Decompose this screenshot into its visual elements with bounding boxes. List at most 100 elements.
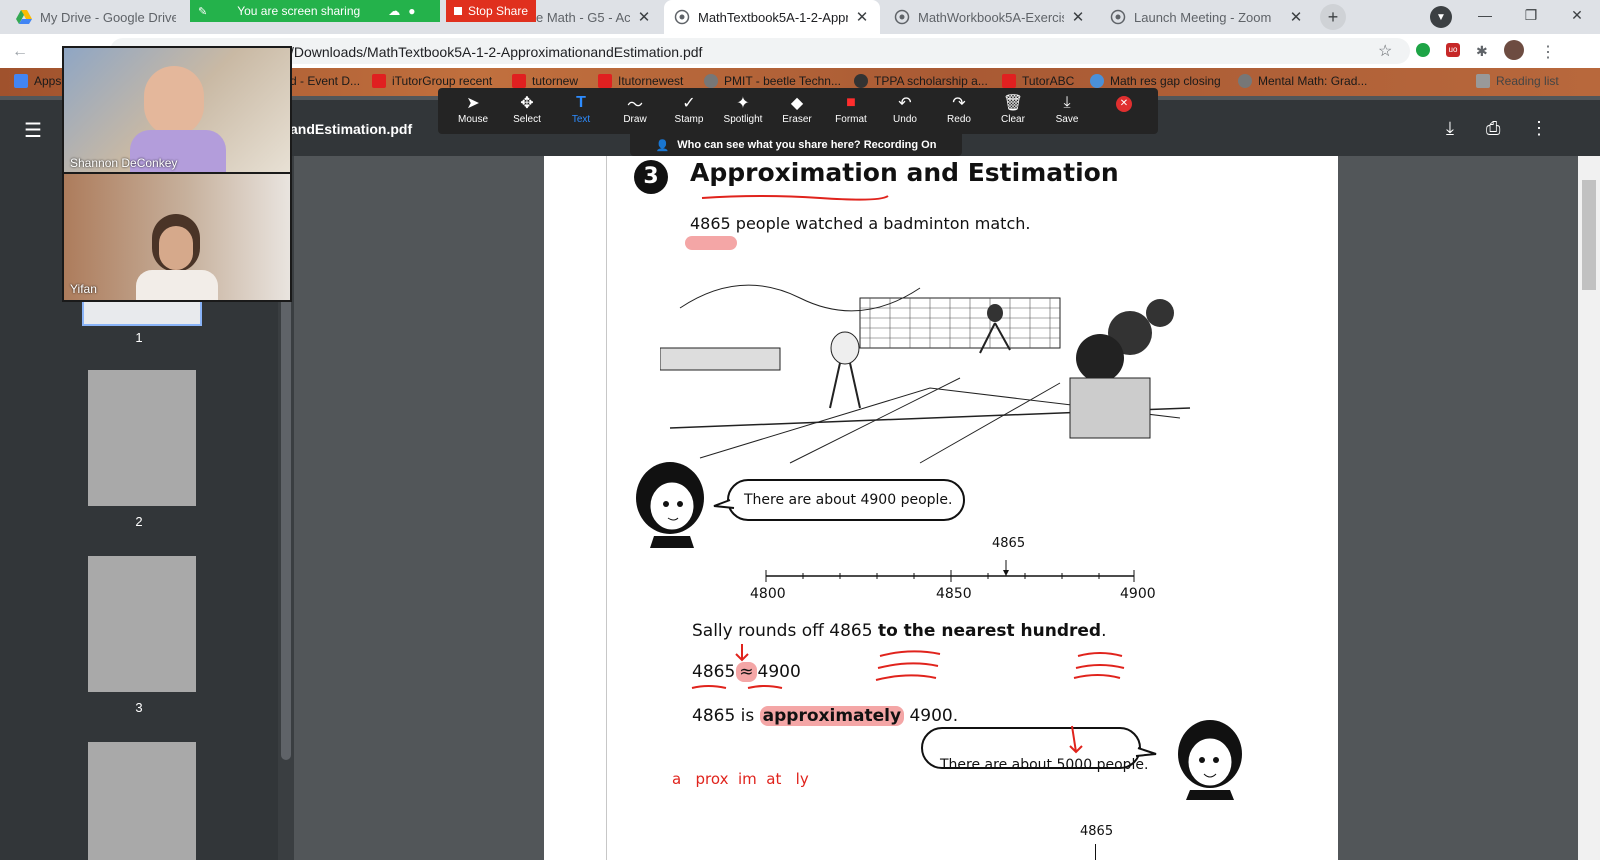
bookmark-itutorgroup[interactable]: iTutorGroup recent	[372, 74, 492, 88]
tab-launch-zoom[interactable]: Launch Meeting - Zoom ✕	[1100, 0, 1314, 34]
bookmark-event[interactable]: rd - Event D...	[286, 74, 360, 88]
tab-math-workbook[interactable]: MathWorkbook5A-Exercise4_ ✕	[884, 0, 1096, 34]
globe-icon	[1110, 9, 1126, 25]
menu-hamburger-icon[interactable]: ☰	[24, 118, 42, 143]
menu-kebab-icon[interactable]: ⋮	[1540, 42, 1556, 62]
bookmark-reading-list[interactable]: Reading list	[1476, 74, 1559, 88]
reading-list-icon	[1476, 74, 1490, 88]
globe-icon	[674, 9, 690, 25]
tppa-icon	[854, 74, 868, 88]
bookmark-tutornew[interactable]: tutornew	[512, 74, 578, 88]
bookmark-tutorabc[interactable]: TutorABC	[1002, 74, 1074, 88]
tab-math-textbook[interactable]: MathTextbook5A-1-2-Approx ✕	[664, 0, 880, 34]
tool-clear-button[interactable]: 🗑 Clear	[986, 92, 1040, 125]
page-thumbnail-1[interactable]	[82, 300, 202, 326]
page-number-3: 3	[135, 700, 143, 715]
close-tab-icon[interactable]: ✕	[636, 8, 652, 26]
bookmark-mental-math[interactable]: Mental Math: Grad...	[1238, 74, 1367, 88]
page-scrollbar[interactable]	[1578, 156, 1600, 860]
format-icon: ■	[846, 94, 856, 111]
tab-google-drive[interactable]: My Drive - Google Drive	[6, 0, 186, 34]
people-icon: 👤	[655, 139, 670, 152]
more-options-icon[interactable]: ⋮	[1530, 118, 1548, 139]
video-tile-shannon[interactable]: Shannon DeConkey	[62, 46, 292, 176]
badminton-illustration	[660, 284, 1191, 464]
bookmark-itutornewest[interactable]: Itutornewest	[598, 74, 683, 88]
tool-spotlight-button[interactable]: ✦ Spotlight	[716, 92, 770, 125]
itutor-icon	[598, 74, 612, 88]
close-window-button[interactable]: ✕	[1554, 0, 1600, 30]
itutor-icon	[372, 74, 386, 88]
screen-sharing-bar[interactable]: ✎ You are screen sharing ☁ ●	[190, 0, 440, 22]
security-icon: ●	[408, 4, 416, 18]
google-drive-icon	[16, 10, 32, 24]
eraser-icon: ◆	[790, 95, 804, 112]
close-tab-icon[interactable]: ✕	[1288, 8, 1304, 26]
bubble-2-text: There are about 5000 people.	[940, 757, 1149, 773]
pdf-title: andEstimation.pdf	[290, 121, 413, 137]
highlight-annotation	[685, 236, 737, 250]
page-thumbnail-4[interactable]	[88, 742, 196, 860]
print-icon[interactable]: ⎙	[1486, 118, 1500, 139]
stop-share-button[interactable]: Stop Share	[446, 0, 536, 22]
tool-redo-button[interactable]: ↷ Redo	[932, 92, 986, 125]
number-line	[765, 560, 1135, 582]
url-text[interactable]: /Downloads/MathTextbook5A-1-2-Approximat…	[290, 44, 702, 60]
bookmark-math-res[interactable]: Math res gap closing	[1090, 74, 1221, 88]
page-number-1: 1	[135, 330, 143, 345]
bottom-numberline-marker: 4865	[1080, 824, 1114, 839]
tool-text-button[interactable]: T Text	[554, 92, 608, 125]
restore-button[interactable]: ❐	[1508, 0, 1554, 30]
bookmark-pmit[interactable]: PMIT - beetle Techn...	[704, 74, 841, 88]
close-tab-icon[interactable]: ✕	[854, 8, 870, 26]
tool-draw-button[interactable]: 〜 Draw	[608, 92, 662, 125]
page-thumbnail-2[interactable]	[88, 370, 196, 506]
bookmark-apps[interactable]: Apps	[14, 74, 61, 88]
participant-face	[144, 66, 204, 136]
close-tab-icon[interactable]: ✕	[1070, 8, 1086, 26]
section-heading: Approximation and Estimation	[690, 158, 1119, 187]
tool-select-button[interactable]: ✥ Select	[500, 92, 554, 125]
participant-name: Yifan	[70, 282, 97, 296]
itutor-icon	[1002, 74, 1016, 88]
stamp-icon: ✓	[682, 95, 696, 112]
profile-avatar[interactable]	[1504, 40, 1524, 60]
arrow-annotation	[1069, 725, 1083, 754]
girl-character-icon	[1178, 720, 1242, 800]
page-thumbnail-3[interactable]	[88, 556, 196, 692]
bubble-1-text: There are about 4900 people.	[744, 492, 953, 508]
apps-grid-icon	[14, 74, 28, 88]
sharing-label: You are screen sharing	[237, 4, 361, 18]
tool-undo-button[interactable]: ↶ Undo	[878, 92, 932, 125]
tool-mouse-button[interactable]: ➤ Mouse	[446, 92, 500, 125]
minimize-button[interactable]: —	[1462, 0, 1508, 30]
stop-icon	[453, 7, 462, 15]
extension-green-icon[interactable]	[1416, 43, 1430, 57]
tool-stamp-button[interactable]: ✓ Stamp	[662, 92, 716, 125]
new-tab-button[interactable]: +	[1320, 4, 1346, 30]
page-number-2: 2	[135, 514, 143, 529]
tool-eraser-button[interactable]: ◆ Eraser	[770, 92, 824, 125]
close-annotation-icon[interactable]: ✕	[1116, 96, 1132, 112]
tab-search-icon[interactable]: ▼	[1430, 6, 1452, 28]
numberline-label-4850: 4850	[936, 586, 972, 602]
share-notice[interactable]: 👤 Who can see what you share here? Recor…	[630, 134, 962, 156]
bookmark-tppa[interactable]: TPPA scholarship a...	[854, 74, 988, 88]
intro-sentence: 4865 people watched a badminton match.	[690, 214, 1031, 233]
download-icon[interactable]: ⤓	[1446, 118, 1454, 139]
save-icon: ⤓	[1063, 94, 1071, 111]
tool-save-button[interactable]: ⤓ Save	[1040, 92, 1094, 125]
globe-icon	[704, 74, 718, 88]
cloud-icon: ☁	[388, 4, 401, 18]
tool-format-button[interactable]: ■ Format	[824, 92, 878, 125]
spotlight-icon: ✦	[736, 95, 750, 112]
bookmark-star-icon[interactable]: ☆	[1378, 41, 1392, 61]
back-icon[interactable]: ←	[12, 43, 28, 61]
globe-icon	[894, 9, 910, 25]
globe-icon	[1238, 74, 1252, 88]
video-tile-yifan[interactable]: Yifan	[62, 172, 292, 302]
text-icon: T	[576, 94, 586, 111]
extensions-puzzle-icon[interactable]: ✱	[1476, 43, 1488, 60]
ublock-icon[interactable]: uo	[1446, 43, 1460, 57]
undo-icon: ↶	[898, 95, 912, 112]
